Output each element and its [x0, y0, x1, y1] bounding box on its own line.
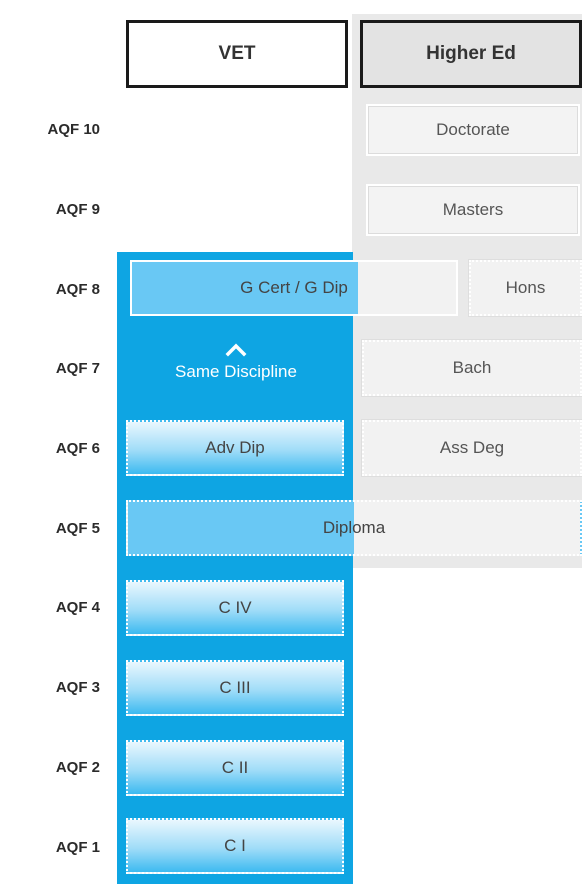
aqf-level-label: AQF 9	[55, 201, 100, 218]
aqf-level-label: AQF 6	[55, 440, 100, 457]
vet-header: VET	[126, 20, 348, 88]
qualification-doctorate[interactable]: Doctorate	[366, 104, 580, 156]
higher-ed-header: Higher Ed	[360, 20, 582, 88]
qualification-hons[interactable]: Hons	[469, 260, 582, 316]
qualification-certificate-ii[interactable]: C II	[126, 740, 344, 796]
aqf-level-label: AQF 1	[55, 839, 100, 856]
qualification-certificate-i[interactable]: C I	[126, 818, 344, 874]
qualification-certificate-iii[interactable]: C III	[126, 660, 344, 716]
qualification-masters[interactable]: Masters	[366, 184, 580, 236]
qualification-bachelor[interactable]: Bach	[362, 340, 582, 396]
qualification-associate-degree[interactable]: Ass Deg	[362, 420, 582, 476]
same-discipline-label: Same Discipline	[175, 362, 297, 381]
aqf-level-label: AQF 8	[55, 281, 100, 298]
same-discipline-pathway: Same Discipline	[130, 336, 342, 396]
qualification-graduate-certificate-diploma[interactable]: G Cert / G Dip	[130, 260, 458, 316]
qualification-diploma[interactable]: Diploma	[126, 500, 582, 556]
chevron-up-icon	[225, 343, 247, 357]
qualification-certificate-iv[interactable]: C IV	[126, 580, 344, 636]
aqf-level-label: AQF 7	[55, 360, 100, 377]
aqf-level-label: AQF 2	[55, 759, 100, 776]
aqf-level-label: AQF 5	[55, 520, 100, 537]
aqf-level-label: AQF 10	[47, 121, 100, 138]
aqf-level-label: AQF 4	[55, 599, 100, 616]
aqf-level-label: AQF 3	[55, 679, 100, 696]
qualification-advanced-diploma[interactable]: Adv Dip	[126, 420, 344, 476]
